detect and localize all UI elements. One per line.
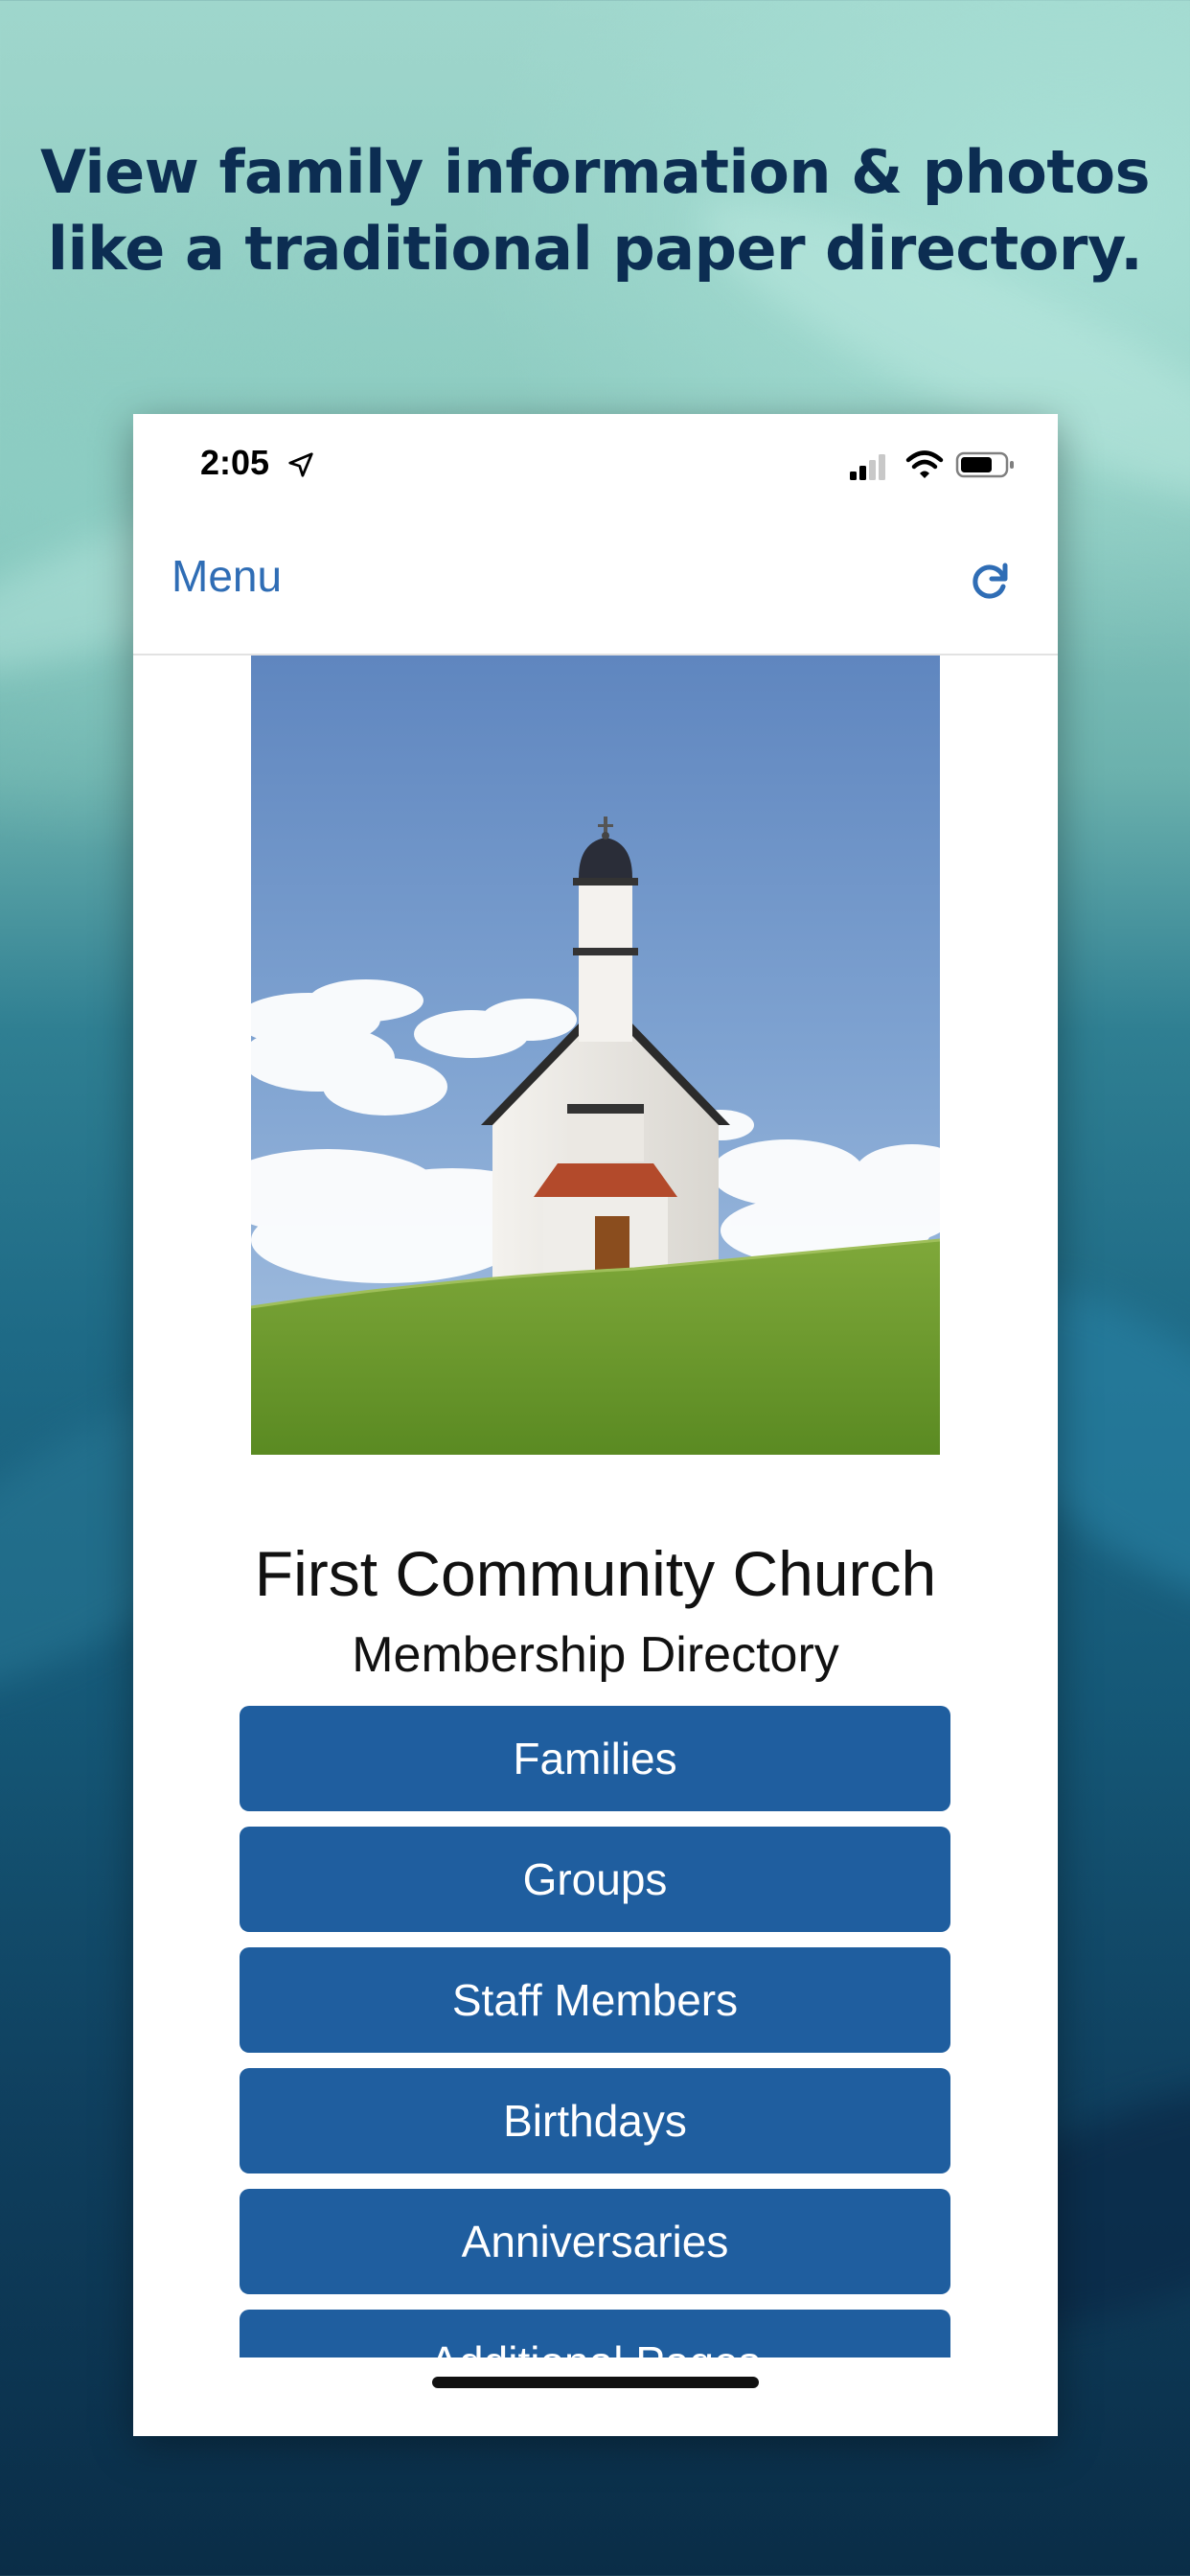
home-indicator[interactable]: [432, 2377, 759, 2388]
status-time: 2:05: [200, 443, 270, 482]
birthdays-button[interactable]: Birthdays: [240, 2068, 950, 2174]
main-content: First Community Church Membership Direct…: [133, 656, 1058, 2358]
staff-members-button[interactable]: Staff Members: [240, 1947, 950, 2053]
promo-headline: View family information & photos like a …: [0, 134, 1190, 288]
menu-button[interactable]: Menu: [172, 550, 282, 602]
phone-screen: 2:05 Menu First Community Church Members…: [133, 414, 1058, 2436]
groups-button[interactable]: Groups: [240, 1827, 950, 1932]
location-arrow-icon: [288, 452, 313, 477]
nav-bar: Menu: [133, 519, 1058, 656]
refresh-icon[interactable]: [967, 558, 1013, 604]
battery-icon: [955, 451, 1014, 478]
additional-pages-button[interactable]: Additional Pages: [240, 2310, 950, 2358]
directory-subtitle: Membership Directory: [352, 1627, 839, 1683]
promo-headline-line1: View family information & photos: [39, 137, 1151, 207]
anniversaries-button[interactable]: Anniversaries: [240, 2189, 950, 2294]
families-button[interactable]: Families: [240, 1706, 950, 1811]
cellular-signal-icon: [850, 454, 885, 480]
status-bar: 2:05: [133, 414, 1058, 519]
promo-headline-line2: like a traditional paper directory.: [47, 214, 1143, 284]
wifi-icon: [905, 450, 944, 478]
church-photo: [251, 656, 940, 1455]
church-title: First Community Church: [254, 1538, 937, 1609]
